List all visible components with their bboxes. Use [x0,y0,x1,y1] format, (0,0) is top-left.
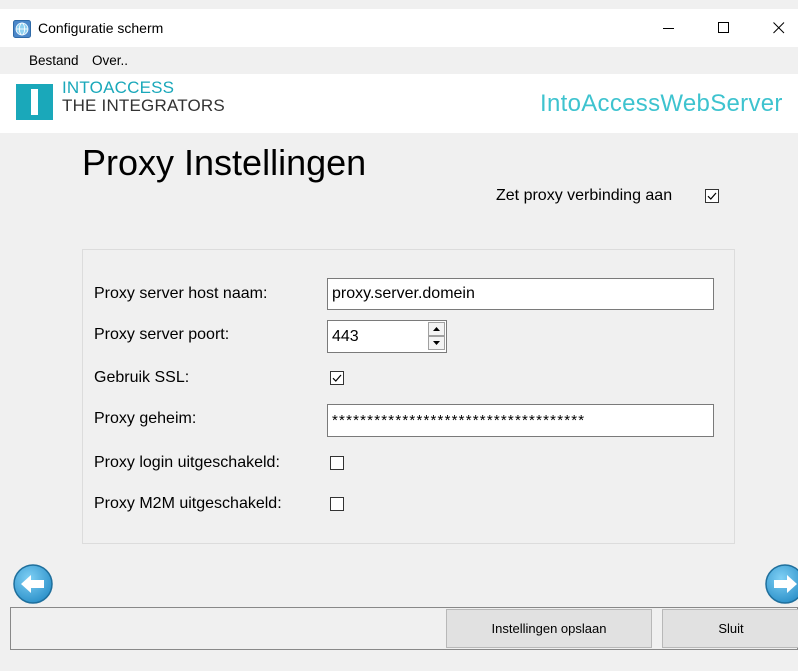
minimize-button[interactable] [646,9,692,47]
title-bar: Configuratie scherm [0,9,798,47]
host-input[interactable]: proxy.server.domein [327,278,714,310]
window-title: Configuratie scherm [38,20,164,36]
menu-item-bestand[interactable]: Bestand [29,52,79,69]
app-globe-icon [13,20,31,38]
close-button[interactable]: Sluit [662,609,798,648]
product-name: IntoAccessWebServer [540,90,783,117]
m2m-disabled-checkbox[interactable] [330,497,344,511]
ssl-checkbox[interactable] [330,371,344,385]
logo-text-intoaccess: INTOACCESS [62,78,175,97]
header-banner: INTOACCESS THE INTEGRATORS IntoAccessWeb… [0,74,798,133]
port-label: Proxy server poort: [94,326,230,343]
forward-arrow-icon[interactable] [764,563,798,605]
intoaccess-logo-icon [16,84,53,120]
logo-text-integrators: THE INTEGRATORS [62,96,225,115]
close-window-button[interactable] [756,9,798,47]
menu-item-over[interactable]: Over.. [92,52,128,69]
login-disabled-checkbox[interactable] [330,456,344,470]
host-label: Proxy server host naam: [94,285,268,302]
enable-proxy-checkbox[interactable] [705,189,719,203]
m2m-disabled-label: Proxy M2M uitgeschakeld: [94,495,282,512]
login-disabled-label: Proxy login uitgeschakeld: [94,454,280,471]
menu-bar: Bestand Over.. [0,47,798,74]
save-settings-button[interactable]: Instellingen opslaan [446,609,652,648]
secret-label: Proxy geheim: [94,410,197,427]
back-arrow-icon[interactable] [12,563,54,605]
secret-password-input[interactable]: ************************************ [327,404,714,437]
port-increment-button[interactable] [428,322,445,336]
port-value: 443 [332,327,359,345]
ssl-label: Gebruik SSL: [94,369,190,386]
enable-proxy-label: Zet proxy verbinding aan [496,187,673,204]
page-title: Proxy Instellingen [82,142,367,183]
maximize-button[interactable] [701,9,747,47]
port-decrement-button[interactable] [428,336,445,350]
